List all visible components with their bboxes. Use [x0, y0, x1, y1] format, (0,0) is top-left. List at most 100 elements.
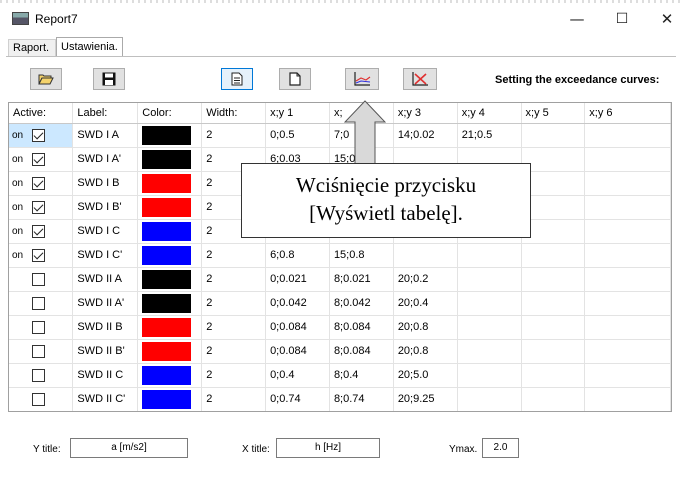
point-cell-xy5[interactable] — [521, 315, 586, 340]
show-table-button[interactable] — [221, 68, 253, 90]
point-cell-xy1[interactable]: 0;0.4 — [265, 363, 330, 388]
point-cell-xy3[interactable]: 20;0.2 — [393, 267, 458, 292]
label-cell[interactable]: SWD II C — [72, 363, 139, 388]
label-cell[interactable]: SWD I A' — [72, 147, 139, 172]
ymax-field[interactable]: 2.0 — [482, 438, 519, 458]
point-cell-xy4[interactable] — [457, 243, 522, 268]
point-cell-xy5[interactable] — [521, 363, 586, 388]
maximize-button[interactable]: ☐ — [607, 8, 637, 30]
point-cell-xy6[interactable] — [584, 291, 671, 316]
delete-curve-button[interactable] — [403, 68, 437, 90]
color-cell[interactable] — [137, 219, 203, 244]
point-cell-xy3[interactable]: 14;0.02 — [393, 123, 458, 148]
point-cell-xy3[interactable]: 20;0.4 — [393, 291, 458, 316]
label-cell[interactable]: SWD I C' — [72, 243, 139, 268]
active-cell[interactable]: on — [9, 219, 74, 244]
point-cell-xy6[interactable] — [584, 315, 671, 340]
width-cell[interactable]: 2 — [201, 315, 267, 340]
width-cell[interactable]: 2 — [201, 387, 267, 411]
point-cell-xy6[interactable] — [584, 123, 671, 148]
point-cell-xy4[interactable] — [457, 267, 522, 292]
active-cell[interactable] — [9, 363, 74, 388]
color-cell[interactable] — [137, 291, 203, 316]
label-cell[interactable]: SWD II B — [72, 315, 139, 340]
point-cell-xy2[interactable]: 8;0.4 — [329, 363, 394, 388]
color-cell[interactable] — [137, 315, 203, 340]
point-cell-xy5[interactable] — [521, 291, 586, 316]
active-checkbox[interactable] — [32, 200, 45, 214]
active-checkbox[interactable] — [32, 224, 45, 238]
color-cell[interactable] — [137, 267, 203, 292]
point-cell-xy6[interactable] — [584, 387, 671, 411]
color-cell[interactable] — [137, 387, 203, 411]
active-checkbox[interactable] — [32, 272, 45, 286]
point-cell-xy2[interactable]: 8;0.084 — [329, 339, 394, 364]
point-cell-xy6[interactable] — [584, 267, 671, 292]
active-checkbox[interactable] — [32, 368, 45, 382]
active-cell[interactable] — [9, 315, 74, 340]
point-cell-xy4[interactable] — [457, 315, 522, 340]
point-cell-xy6[interactable] — [584, 219, 671, 244]
width-cell[interactable]: 2 — [201, 243, 267, 268]
point-cell-xy2[interactable]: 8;0.021 — [329, 267, 394, 292]
active-cell[interactable]: on — [9, 171, 74, 196]
point-cell-xy6[interactable] — [584, 363, 671, 388]
label-cell[interactable]: SWD II B' — [72, 339, 139, 364]
label-cell[interactable]: SWD I B — [72, 171, 139, 196]
point-cell-xy3[interactable]: 20;0.8 — [393, 339, 458, 364]
point-cell-xy1[interactable]: 0;0.74 — [265, 387, 330, 411]
color-cell[interactable] — [137, 147, 203, 172]
tab-ustawienia[interactable]: Ustawienia. — [56, 37, 123, 57]
active-checkbox[interactable] — [32, 248, 45, 262]
width-cell[interactable]: 2 — [201, 339, 267, 364]
minimize-button[interactable]: — — [562, 8, 592, 30]
active-cell[interactable]: on — [9, 123, 74, 148]
add-curve-button[interactable] — [345, 68, 379, 90]
close-button[interactable]: ✕ — [652, 8, 682, 30]
save-button[interactable] — [93, 68, 125, 90]
active-cell[interactable]: on — [9, 243, 74, 268]
width-cell[interactable]: 2 — [201, 123, 267, 148]
point-cell-xy1[interactable]: 0;0.021 — [265, 267, 330, 292]
label-cell[interactable]: SWD II C' — [72, 387, 139, 411]
active-cell[interactable] — [9, 267, 74, 292]
active-checkbox[interactable] — [32, 176, 45, 190]
point-cell-xy1[interactable]: 0;0.084 — [265, 339, 330, 364]
point-cell-xy5[interactable] — [521, 243, 586, 268]
point-cell-xy4[interactable] — [457, 387, 522, 411]
active-checkbox[interactable] — [32, 392, 45, 406]
y-title-field[interactable]: a [m/s2] — [70, 438, 188, 458]
point-cell-xy3[interactable]: 20;9.25 — [393, 387, 458, 411]
width-cell[interactable]: 2 — [201, 363, 267, 388]
point-cell-xy3[interactable] — [393, 243, 458, 268]
new-document-button[interactable] — [279, 68, 311, 90]
label-cell[interactable]: SWD II A' — [72, 291, 139, 316]
point-cell-xy4[interactable] — [457, 363, 522, 388]
label-cell[interactable]: SWD I C — [72, 219, 139, 244]
active-cell[interactable]: on — [9, 147, 74, 172]
point-cell-xy1[interactable]: 6;0.8 — [265, 243, 330, 268]
color-cell[interactable] — [137, 339, 203, 364]
point-cell-xy1[interactable]: 0;0.084 — [265, 315, 330, 340]
active-checkbox[interactable] — [32, 320, 45, 334]
point-cell-xy5[interactable] — [521, 267, 586, 292]
active-checkbox[interactable] — [32, 152, 45, 166]
color-cell[interactable] — [137, 363, 203, 388]
point-cell-xy1[interactable]: 0;0.042 — [265, 291, 330, 316]
width-cell[interactable]: 2 — [201, 267, 267, 292]
point-cell-xy6[interactable] — [584, 171, 671, 196]
active-cell[interactable] — [9, 291, 74, 316]
color-cell[interactable] — [137, 243, 203, 268]
point-cell-xy2[interactable]: 8;0.74 — [329, 387, 394, 411]
point-cell-xy5[interactable] — [521, 387, 586, 411]
point-cell-xy3[interactable]: 20;0.8 — [393, 315, 458, 340]
point-cell-xy5[interactable] — [521, 123, 586, 148]
tab-raport[interactable]: Raport. — [8, 39, 56, 57]
active-checkbox[interactable] — [32, 296, 45, 310]
point-cell-xy6[interactable] — [584, 195, 671, 220]
point-cell-xy6[interactable] — [584, 243, 671, 268]
active-cell[interactable]: on — [9, 195, 74, 220]
point-cell-xy6[interactable] — [584, 339, 671, 364]
x-title-field[interactable]: h [Hz] — [276, 438, 380, 458]
active-checkbox[interactable] — [32, 128, 45, 142]
